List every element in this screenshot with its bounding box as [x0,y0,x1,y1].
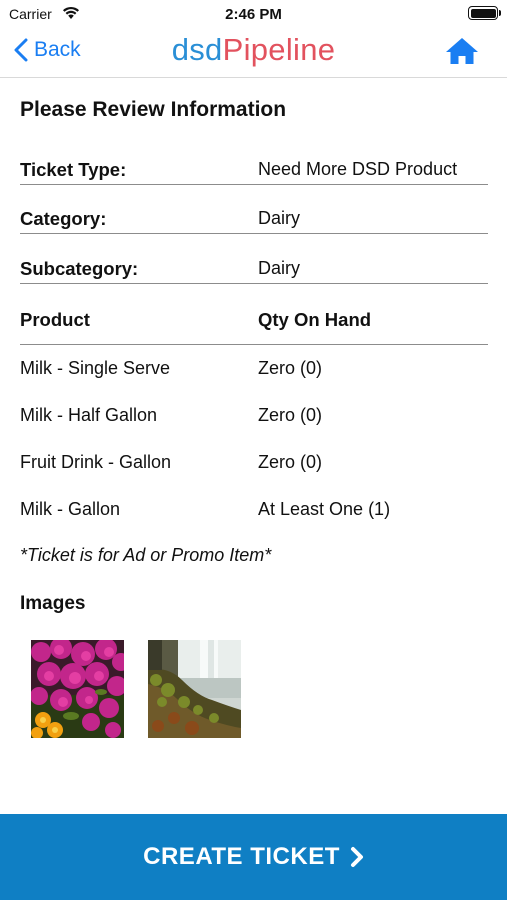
navigation-bar: Back dsdPipeline [0,28,507,78]
product-name: Fruit Drink - Gallon [20,452,172,472]
home-icon [446,38,478,64]
create-ticket-button[interactable]: CREATE TICKET [0,814,507,900]
product-row: Milk - Gallon At Least One (1) [20,499,488,525]
product-name: Milk - Gallon [20,499,121,519]
logo-text-pipeline: Pipeline [222,32,336,67]
create-ticket-label: CREATE TICKET [143,843,340,870]
ticket-type-value: Need More DSD Product [258,159,458,179]
image-thumbnail-waterfall[interactable] [148,640,241,738]
subcategory-label: Subcategory: [20,258,139,279]
logo-text-dsd: dsd [171,32,223,67]
chevron-right-icon [350,847,363,867]
product-table-header: Product Qty On Hand [20,307,488,345]
waterfall-photo [148,640,241,738]
category-row: Category: Dairy [20,204,488,234]
subcategory-value: Dairy [258,258,301,278]
app-logo: dsdPipeline [0,32,507,68]
page-title: Please Review Information [20,98,287,121]
subcategory-row: Subcategory: Dairy [20,254,488,284]
product-row: Fruit Drink - Gallon Zero (0) [20,452,488,478]
product-name: Milk - Single Serve [20,358,171,378]
flowers-photo [31,640,124,738]
category-label: Category: [20,208,107,229]
image-thumbnail-flowers[interactable] [31,640,124,738]
category-value: Dairy [258,208,301,228]
clock-time: 2:46 PM [225,6,282,23]
battery-icon [468,6,501,20]
product-name: Milk - Half Gallon [20,405,158,425]
promo-note: *Ticket is for Ad or Promo Item* [20,545,272,565]
ticket-type-row: Ticket Type: Need More DSD Product [20,155,488,185]
column-header-qty: Qty On Hand [258,309,372,330]
product-qty: Zero (0) [258,358,323,378]
status-bar: Carrier 2:46 PM [0,0,507,28]
product-row: Milk - Half Gallon Zero (0) [20,405,488,431]
home-button[interactable] [445,36,479,71]
product-row: Milk - Single Serve Zero (0) [20,358,488,384]
product-qty: At Least One (1) [258,499,391,519]
product-qty: Zero (0) [258,452,323,472]
ticket-type-label: Ticket Type: [20,159,127,180]
product-qty: Zero (0) [258,405,323,425]
column-header-product: Product [20,309,90,330]
images-heading: Images [20,593,86,614]
